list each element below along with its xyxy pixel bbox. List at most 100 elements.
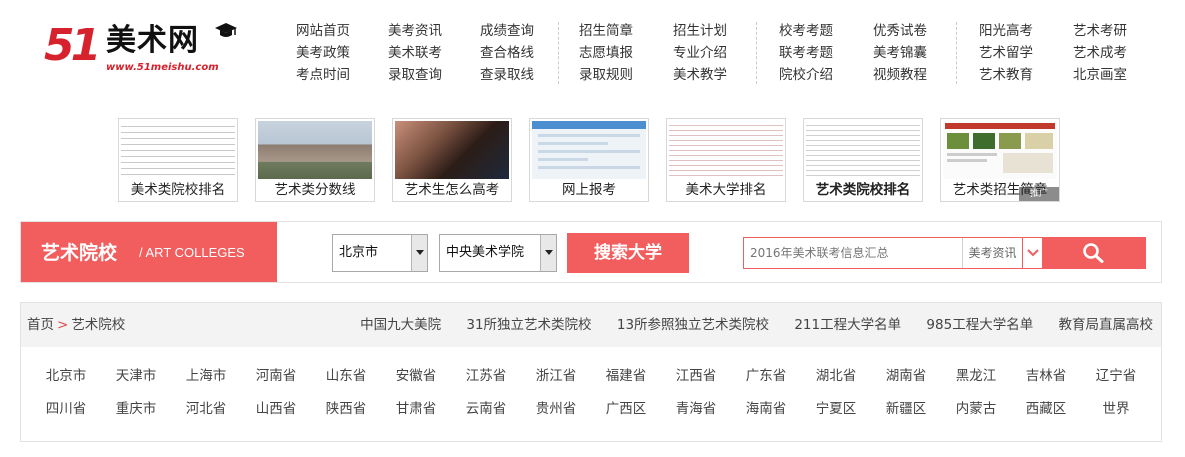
search-university-button[interactable]: 搜索大学 bbox=[567, 233, 689, 273]
nav-link[interactable]: 查合格线 bbox=[480, 42, 570, 64]
nav-link[interactable]: 阳光高考 bbox=[979, 20, 1069, 42]
nav-link[interactable]: 美考资讯 bbox=[388, 20, 478, 42]
nav-link[interactable]: 成绩查询 bbox=[480, 20, 570, 42]
province-link[interactable]: 内蒙古 bbox=[941, 393, 1011, 426]
nav-column: 网站首页 美考政策 考点时间 bbox=[296, 20, 386, 86]
quick-link[interactable]: 211工程大学名单 bbox=[794, 317, 901, 333]
thumbnail-card[interactable]: 美术大学排名 bbox=[666, 118, 786, 202]
province-link[interactable]: 云南省 bbox=[451, 393, 521, 426]
section-title-en: / ART COLLEGES bbox=[139, 245, 245, 260]
nav-link[interactable]: 艺术考研 bbox=[1073, 20, 1163, 42]
school-select[interactable]: 中央美术学院 bbox=[439, 234, 557, 272]
province-link[interactable]: 重庆市 bbox=[101, 393, 171, 426]
nav-link[interactable]: 美术教学 bbox=[673, 64, 763, 86]
thumbnail-card[interactable]: 艺术类分数线 bbox=[255, 118, 375, 202]
province-link[interactable]: 上海市 bbox=[171, 360, 241, 393]
thumbnail-card[interactable]: 艺术类招生简章 推广 bbox=[940, 118, 1060, 202]
province-link[interactable]: 广东省 bbox=[731, 360, 801, 393]
nav-link[interactable]: 查录取线 bbox=[480, 64, 570, 86]
quick-link[interactable]: 13所参照独立艺术类院校 bbox=[617, 317, 769, 333]
nav-link[interactable]: 专业介绍 bbox=[673, 42, 763, 64]
list-image bbox=[806, 121, 920, 179]
nav-link[interactable]: 美考政策 bbox=[296, 42, 386, 64]
nav-link[interactable]: 艺术教育 bbox=[979, 64, 1069, 86]
province-link[interactable]: 吉林省 bbox=[1011, 360, 1081, 393]
nav-link[interactable]: 网站首页 bbox=[296, 20, 386, 42]
nav-link[interactable]: 视频教程 bbox=[873, 64, 963, 86]
thumbnail-card[interactable]: 美术类院校排名 bbox=[118, 118, 238, 202]
city-select[interactable]: 北京市 bbox=[332, 234, 428, 272]
province-link[interactable]: 山东省 bbox=[311, 360, 381, 393]
nav-link[interactable]: 优秀试卷 bbox=[873, 20, 963, 42]
province-link[interactable]: 湖北省 bbox=[801, 360, 871, 393]
province-link[interactable]: 北京市 bbox=[31, 360, 101, 393]
province-link[interactable]: 湖南省 bbox=[871, 360, 941, 393]
nav-link[interactable]: 招生计划 bbox=[673, 20, 763, 42]
nav-divider bbox=[956, 22, 957, 84]
province-link[interactable]: 黑龙江 bbox=[941, 360, 1011, 393]
thumbnail-caption: 艺术类院校排名 bbox=[815, 182, 911, 198]
search-category[interactable]: 美考资讯 bbox=[962, 238, 1022, 268]
province-link[interactable]: 浙江省 bbox=[521, 360, 591, 393]
province-link[interactable]: 江苏省 bbox=[451, 360, 521, 393]
province-link[interactable]: 甘肃省 bbox=[381, 393, 451, 426]
chevron-down-icon[interactable] bbox=[411, 235, 427, 271]
nav-link[interactable]: 招生简章 bbox=[579, 20, 669, 42]
province-link[interactable]: 海南省 bbox=[731, 393, 801, 426]
thumbnail-card[interactable]: 艺术类院校排名 bbox=[803, 118, 923, 202]
province-link[interactable]: 河北省 bbox=[171, 393, 241, 426]
quick-link[interactable]: 教育局直属高校 bbox=[1059, 317, 1154, 333]
nav-link[interactable]: 录取规则 bbox=[579, 64, 669, 86]
province-link[interactable]: 辽宁省 bbox=[1081, 360, 1151, 393]
thumbnail-caption: 美术大学排名 bbox=[685, 182, 767, 198]
breadcrumb-home[interactable]: 首页 bbox=[27, 317, 54, 333]
chevron-down-icon bbox=[1027, 249, 1039, 257]
nav-link[interactable]: 校考考题 bbox=[779, 20, 869, 42]
province-link[interactable]: 西藏区 bbox=[1011, 393, 1081, 426]
nav-link[interactable]: 联考考题 bbox=[779, 42, 869, 64]
province-link[interactable]: 山西省 bbox=[241, 393, 311, 426]
province-link[interactable]: 贵州省 bbox=[521, 393, 591, 426]
ad-tag: 推广 bbox=[1019, 187, 1059, 201]
chevron-down-icon[interactable] bbox=[540, 235, 556, 271]
province-link[interactable]: 宁夏区 bbox=[801, 393, 871, 426]
quick-link[interactable]: 中国九大美院 bbox=[360, 317, 441, 333]
province-link[interactable]: 安徽省 bbox=[381, 360, 451, 393]
nav-divider bbox=[558, 22, 559, 84]
nav-link[interactable]: 美考锦囊 bbox=[873, 42, 963, 64]
ranking-table-image bbox=[669, 121, 783, 179]
quick-link[interactable]: 31所独立艺术类院校 bbox=[466, 317, 591, 333]
school-select-value: 中央美术学院 bbox=[446, 245, 525, 260]
nav-link[interactable]: 艺术留学 bbox=[979, 42, 1069, 64]
province-link[interactable]: 福建省 bbox=[591, 360, 661, 393]
quick-link[interactable]: 985工程大学名单 bbox=[926, 317, 1033, 333]
site-logo[interactable]: 51 美术网 www.51meishu.com bbox=[44, 20, 244, 80]
province-link[interactable]: 世界 bbox=[1081, 393, 1151, 426]
province-link[interactable]: 新疆区 bbox=[871, 393, 941, 426]
nav-link[interactable]: 北京画室 bbox=[1073, 64, 1163, 86]
nav-link[interactable]: 录取查询 bbox=[388, 64, 478, 86]
province-link[interactable]: 广西区 bbox=[591, 393, 661, 426]
keyword-search-input[interactable] bbox=[744, 238, 962, 268]
region-panel: 首页 > 艺术院校 中国九大美院 31所独立艺术类院校 13所参照独立艺术类院校 2… bbox=[20, 302, 1162, 442]
nav-link[interactable]: 美术联考 bbox=[388, 42, 478, 64]
thumbnail-card[interactable]: 网上报考 bbox=[529, 118, 649, 202]
nav-link[interactable]: 院校介绍 bbox=[779, 64, 869, 86]
nav-link[interactable]: 艺术成考 bbox=[1073, 42, 1163, 64]
province-link[interactable]: 天津市 bbox=[101, 360, 171, 393]
province-link[interactable]: 陕西省 bbox=[311, 393, 381, 426]
province-link[interactable]: 河南省 bbox=[241, 360, 311, 393]
student-photo bbox=[395, 121, 509, 179]
keyword-search-button[interactable] bbox=[1042, 237, 1146, 269]
college-search-bar: 艺术院校 / ART COLLEGES 北京市 中央美术学院 搜索大学 美考资讯 bbox=[20, 221, 1162, 283]
city-select-value: 北京市 bbox=[339, 245, 379, 260]
province-link[interactable]: 四川省 bbox=[31, 393, 101, 426]
nav-link[interactable]: 志愿填报 bbox=[579, 42, 669, 64]
province-link[interactable]: 青海省 bbox=[661, 393, 731, 426]
category-dropdown[interactable] bbox=[1022, 238, 1042, 268]
province-link[interactable]: 江西省 bbox=[661, 360, 731, 393]
nav-link[interactable]: 考点时间 bbox=[296, 64, 386, 86]
thumbnail-card[interactable]: 艺术生怎么高考 bbox=[392, 118, 512, 202]
nav-column: 招生计划 专业介绍 美术教学 bbox=[673, 20, 763, 86]
nav-divider bbox=[756, 22, 757, 84]
